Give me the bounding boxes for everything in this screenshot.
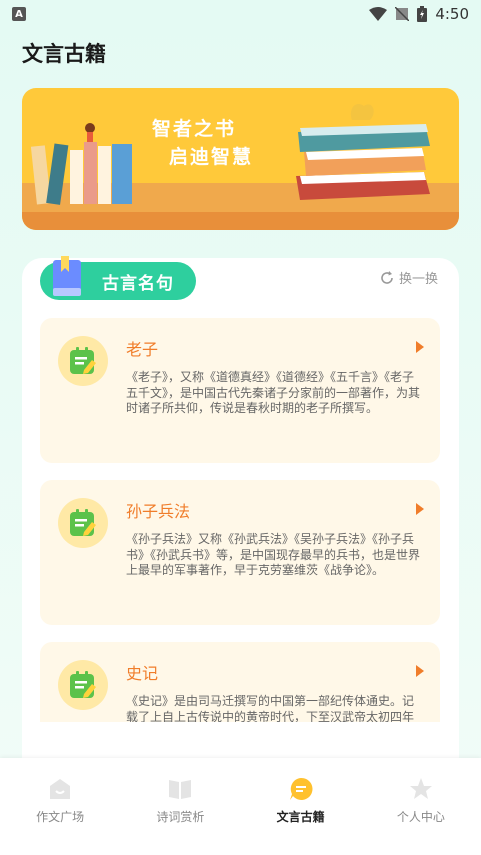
tab-essay-square[interactable]: 作文广场 bbox=[0, 758, 120, 855]
open-book-icon bbox=[169, 780, 192, 799]
section-title: 古言名句 bbox=[102, 273, 174, 294]
refresh-icon bbox=[381, 270, 393, 284]
book-item-laozi[interactable]: 老子 《老子》，又称《道德真经》《道德经》《五千言》《老子五千文》，是中国古代先… bbox=[40, 318, 440, 463]
notebook-icon bbox=[70, 347, 96, 374]
status-time: 4:50 bbox=[435, 5, 469, 23]
book-avatar bbox=[58, 660, 108, 710]
tab-classics[interactable]: 文言古籍 bbox=[241, 758, 361, 855]
chevron-right-icon bbox=[416, 503, 424, 515]
wifi-icon bbox=[369, 7, 388, 21]
banner[interactable]: 智者之书 启迪智慧 bbox=[22, 88, 459, 230]
signal-off-icon bbox=[395, 7, 410, 21]
tab-label: 诗词赏析 bbox=[156, 810, 205, 824]
refresh-button[interactable]: 换一换 bbox=[380, 268, 438, 287]
notebook-icon bbox=[70, 509, 96, 536]
status-bar: A 4:50 bbox=[0, 0, 481, 28]
books-stack-illustration bbox=[296, 103, 430, 200]
bottom-nav: 作文广场 诗词赏析 文言古籍 个人中心 bbox=[0, 758, 481, 855]
tab-profile[interactable]: 个人中心 bbox=[361, 758, 481, 855]
books-left-illustration bbox=[30, 123, 132, 205]
book-title: 老子 bbox=[126, 340, 159, 359]
book-description: 《孙子兵法》又称《孙武兵法》《吴孙子兵法》《孙子兵书》《孙武兵书》等，是中国现存… bbox=[126, 532, 420, 577]
banner-slogan-1: 智者之书 bbox=[152, 118, 237, 140]
book-item-sunzi[interactable]: 孙子兵法 《孙子兵法》又称《孙武兵法》《吴孙子兵法》《孙子兵书》《孙武兵书》等，… bbox=[40, 480, 440, 625]
star-icon bbox=[409, 778, 432, 799]
message-icon bbox=[289, 777, 313, 800]
book-title: 孙子兵法 bbox=[126, 502, 191, 521]
battery-icon bbox=[417, 6, 428, 22]
tab-label: 文言古籍 bbox=[276, 810, 325, 824]
book-description: 《老子》，又称《道德真经》《道德经》《五千言》《老子五千文》，是中国古代先秦诸子… bbox=[126, 370, 420, 415]
tab-label: 个人中心 bbox=[396, 810, 445, 824]
chevron-right-icon bbox=[416, 341, 424, 353]
home-icon bbox=[50, 779, 71, 799]
book-avatar bbox=[58, 336, 108, 386]
book-icon bbox=[53, 256, 81, 296]
shelf-edge-decoration bbox=[22, 212, 459, 230]
app-notification-icon: A bbox=[12, 7, 26, 21]
book-list: 老子 《老子》，又称《道德真经》《道德经》《五千言》《老子五千文》，是中国古代先… bbox=[40, 318, 440, 722]
book-title: 史记 bbox=[126, 664, 159, 683]
banner-slogan-2: 启迪智慧 bbox=[169, 146, 254, 168]
notebook-icon bbox=[70, 671, 96, 698]
tab-label: 作文广场 bbox=[36, 810, 85, 824]
book-avatar bbox=[58, 498, 108, 548]
page-title: 文言古籍 bbox=[22, 42, 106, 66]
book-item-shiji[interactable]: 史记 《史记》是由司马迁撰写的中国第一部纪传体通史。记载了上自上古传说中的黄帝时… bbox=[40, 642, 440, 722]
chevron-right-icon bbox=[416, 665, 424, 677]
book-description: 《史记》是由司马迁撰写的中国第一部纪传体通史。记载了上自上古传说中的黄帝时代，下… bbox=[126, 694, 415, 722]
refresh-label: 换一换 bbox=[399, 272, 439, 287]
tab-poetry[interactable]: 诗词赏析 bbox=[120, 758, 240, 855]
